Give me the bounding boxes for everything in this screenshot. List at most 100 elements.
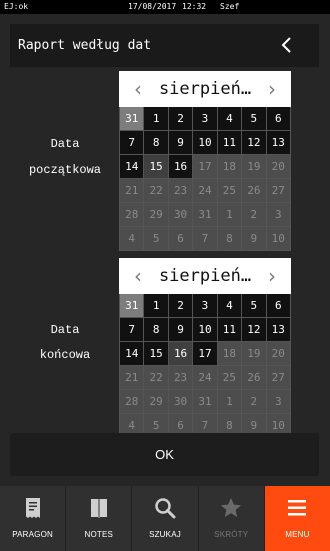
calendar-day[interactable]: 6	[266, 107, 290, 130]
calendar-day[interactable]: 22	[144, 366, 168, 389]
calendar-day[interactable]: 10	[266, 227, 290, 250]
calendar-day[interactable]: 3	[193, 294, 217, 317]
ok-button[interactable]: OK	[10, 433, 319, 476]
calendar-day[interactable]: 12	[242, 318, 266, 341]
calendar-day[interactable]: 20	[266, 155, 290, 178]
next-month-icon[interactable]: ›	[261, 71, 283, 107]
calendar-day[interactable]: 24	[193, 179, 217, 202]
end-date-label-line1: Data	[50, 323, 80, 337]
calendar-day[interactable]: 22	[144, 179, 168, 202]
nav-menu[interactable]: MENU	[264, 486, 330, 551]
calendar-day[interactable]: 31	[120, 294, 144, 317]
prev-month-icon[interactable]: ‹	[127, 258, 149, 294]
calendar-day[interactable]: 7	[120, 318, 144, 341]
calendar-day[interactable]: 4	[120, 227, 144, 250]
calendar-day[interactable]: 3	[266, 203, 290, 226]
calendar-day[interactable]: 25	[217, 179, 242, 202]
calendar-day[interactable]: 17	[193, 155, 217, 178]
calendar-day[interactable]: 2	[242, 390, 266, 413]
end-date-calendar: ‹ sierpień… › 31 1 2 3 4 5 6 7 8 9 10 11 12 13 14 15 16 1…	[119, 258, 291, 438]
calendar-day[interactable]: 19	[242, 155, 266, 178]
calendar-day[interactable]: 4	[217, 107, 242, 130]
calendar-day[interactable]: 5	[144, 227, 168, 250]
calendar-day[interactable]: 2	[242, 203, 266, 226]
calendar-day[interactable]: 21	[120, 179, 144, 202]
calendar-day[interactable]: 10	[193, 318, 217, 341]
calendar-day[interactable]: 6	[266, 294, 290, 317]
calendar-day[interactable]: 17	[193, 342, 217, 365]
calendar-day[interactable]: 28	[120, 390, 144, 413]
calendar-day[interactable]: 13	[266, 131, 290, 154]
nav-label: PARAGON	[12, 530, 54, 539]
calendar-day[interactable]: 11	[217, 318, 242, 341]
calendar-day[interactable]: 2	[168, 107, 193, 130]
calendar-day[interactable]: 11	[217, 131, 242, 154]
calendar-day[interactable]: 6	[168, 227, 193, 250]
calendar-day[interactable]: 26	[242, 179, 266, 202]
nav-paragon[interactable]: PARAGON	[0, 486, 65, 551]
calendar-day[interactable]: 9	[168, 318, 193, 341]
calendar-day[interactable]: 9	[168, 131, 193, 154]
calendar-day[interactable]: 31	[193, 203, 217, 226]
calendar-day[interactable]: 30	[168, 390, 193, 413]
calendar-day[interactable]: 24	[193, 366, 217, 389]
calendar-day[interactable]: 14	[120, 155, 144, 178]
calendar-day[interactable]: 1	[217, 203, 242, 226]
calendar-day[interactable]: 5	[242, 294, 266, 317]
nav-skroty[interactable]: SKRÓTY	[199, 486, 264, 551]
star-icon	[221, 498, 242, 517]
calendar-day[interactable]: 12	[242, 131, 266, 154]
calendar-day[interactable]: 9	[242, 227, 266, 250]
calendar-day[interactable]: 1	[217, 390, 242, 413]
calendar-day[interactable]: 18	[217, 155, 242, 178]
calendar-day[interactable]: 29	[144, 203, 168, 226]
status-ej: EJ:ok	[4, 2, 29, 11]
calendar-day[interactable]: 3	[193, 107, 217, 130]
calendar-day[interactable]: 31	[193, 390, 217, 413]
calendar-day[interactable]: 8	[144, 318, 168, 341]
calendar-day[interactable]: 1	[144, 294, 168, 317]
start-date-calendar: ‹ sierpień… › 31 1 2 3 4 5 6 7 8 9 10 11 12 13 14 15 16 1…	[119, 71, 291, 251]
calendar-day[interactable]: 23	[168, 179, 193, 202]
month-label[interactable]: sierpień…	[151, 71, 259, 107]
calendar-day[interactable]: 21	[120, 366, 144, 389]
calendar-day[interactable]: 8	[217, 227, 242, 250]
calendar-day[interactable]: 8	[144, 131, 168, 154]
calendar-day[interactable]: 27	[266, 179, 290, 202]
calendar-day[interactable]: 7	[193, 227, 217, 250]
calendar-day[interactable]: 7	[120, 131, 144, 154]
prev-month-icon[interactable]: ‹	[127, 71, 149, 107]
calendar-day[interactable]: 16	[168, 342, 193, 365]
back-chevron-icon[interactable]	[277, 35, 297, 55]
nav-notes[interactable]: NOTES	[66, 486, 131, 551]
next-month-icon[interactable]: ›	[261, 258, 283, 294]
calendar-day[interactable]: 15	[144, 342, 168, 365]
calendar-day[interactable]: 3	[266, 390, 290, 413]
calendar-day[interactable]: 27	[266, 366, 290, 389]
calendar-day[interactable]: 28	[120, 203, 144, 226]
calendar-day[interactable]: 15	[144, 155, 168, 178]
notebook-icon	[90, 499, 107, 518]
calendar-day[interactable]: 23	[168, 366, 193, 389]
month-label[interactable]: sierpień…	[151, 258, 259, 294]
calendar-day[interactable]: 13	[266, 318, 290, 341]
calendar-day[interactable]: 16	[168, 155, 193, 178]
calendar-day[interactable]: 5	[242, 107, 266, 130]
calendar-day[interactable]: 20	[266, 342, 290, 365]
start-date-label-line1: Data	[50, 137, 80, 151]
calendar-day[interactable]: 19	[242, 342, 266, 365]
nav-szukaj[interactable]: SZUKAJ	[132, 486, 197, 551]
calendar-day[interactable]: 2	[168, 294, 193, 317]
calendar-day[interactable]: 4	[217, 294, 242, 317]
calendar-day[interactable]: 31	[120, 107, 144, 130]
calendar-day[interactable]: 1	[144, 107, 168, 130]
status-date: 17/08/2017	[128, 2, 177, 11]
calendar-day[interactable]: 26	[242, 366, 266, 389]
calendar-day[interactable]: 10	[193, 131, 217, 154]
calendar-day[interactable]: 29	[144, 390, 168, 413]
calendar-day[interactable]: 30	[168, 203, 193, 226]
calendar-day[interactable]: 14	[120, 342, 144, 365]
calendar-day[interactable]: 18	[217, 342, 242, 365]
calendar-day[interactable]: 25	[217, 366, 242, 389]
calendar-header: ‹ sierpień… ›	[119, 258, 291, 294]
